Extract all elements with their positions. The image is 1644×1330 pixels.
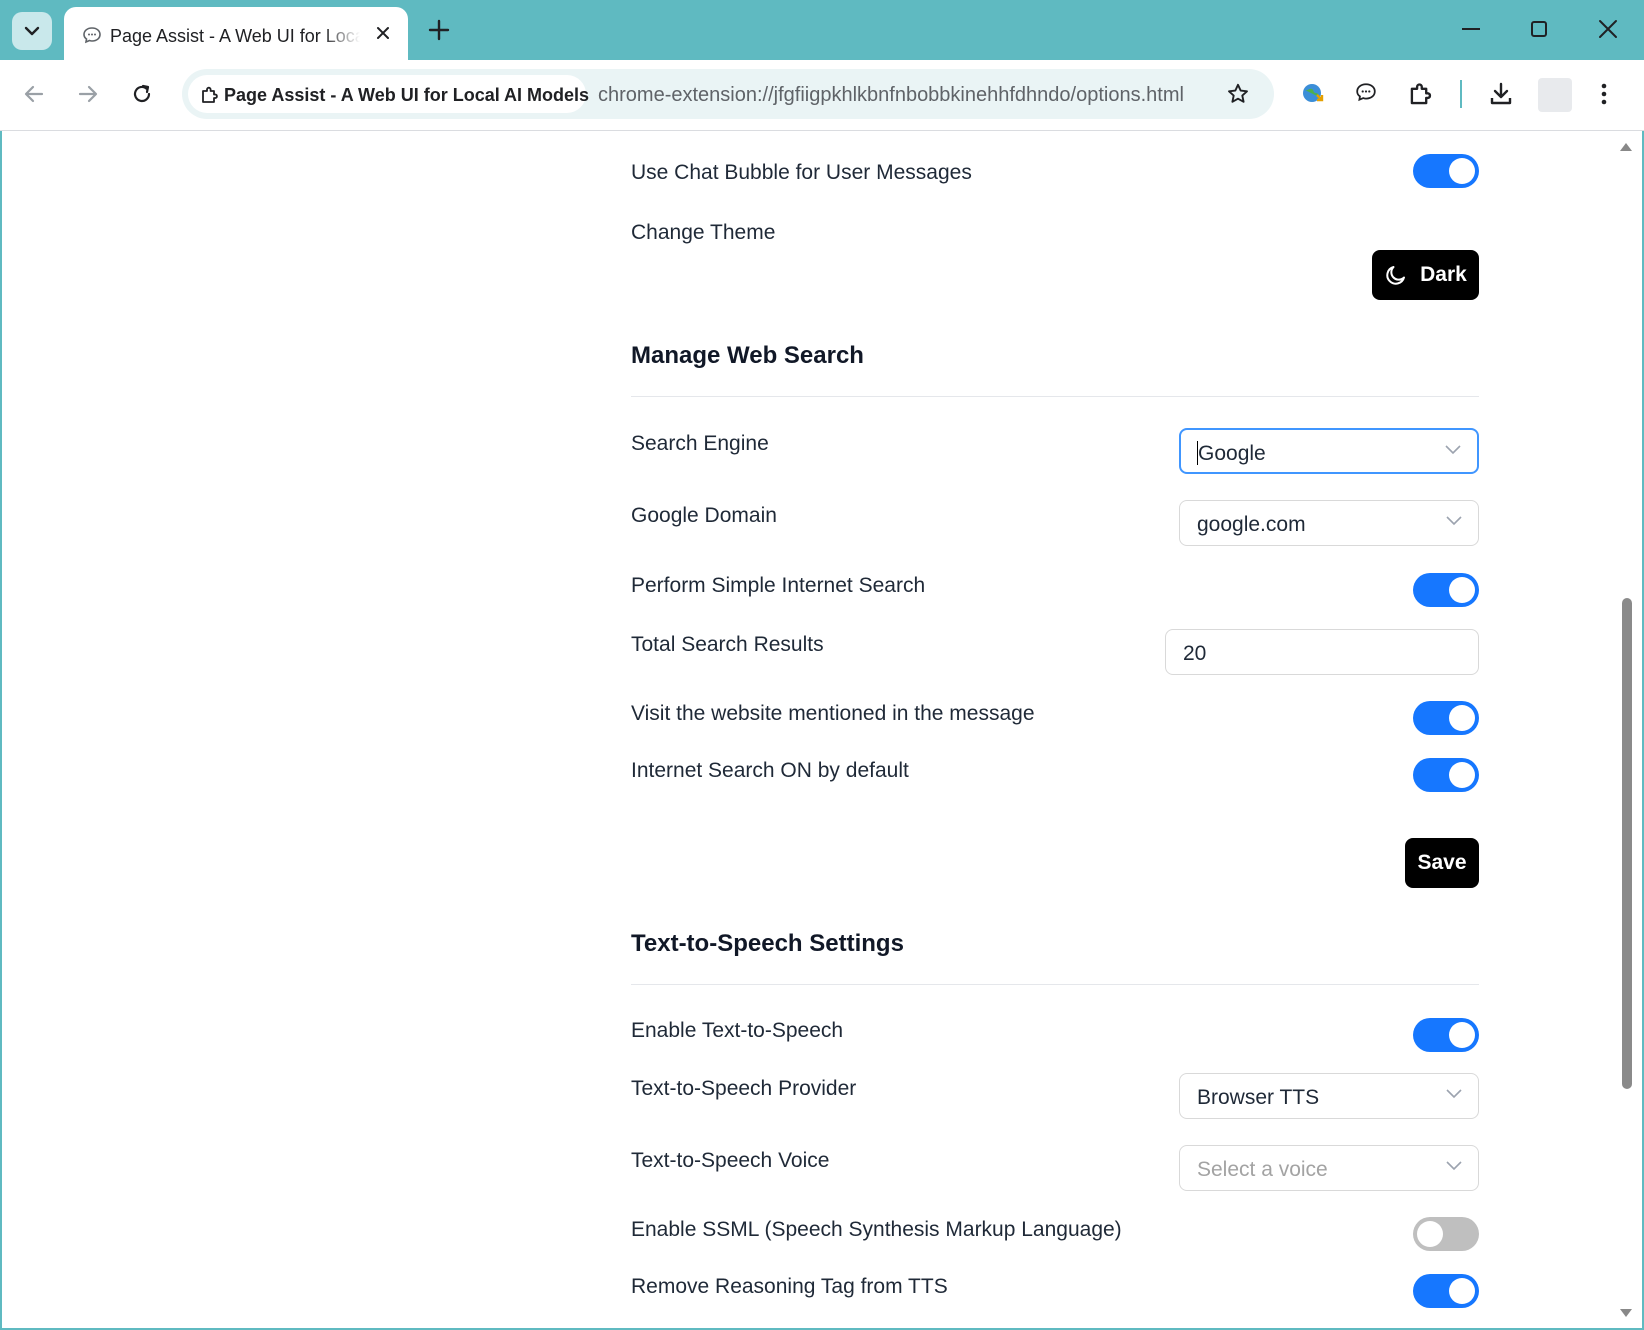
active-tab[interactable]: Page Assist - A Web UI for Local AI Mode… — [64, 7, 408, 60]
total-results-row: Total Search Results 20 — [631, 629, 1479, 679]
google-domain-label: Google Domain — [631, 504, 777, 527]
visit-website-row: Visit the website mentioned in the messa… — [631, 698, 1479, 738]
close-icon[interactable] — [374, 24, 392, 42]
back-arrow-icon[interactable] — [22, 82, 46, 106]
tab-title: Page Assist - A Web UI for Local AI Mode… — [110, 26, 360, 46]
tab-search-button[interactable] — [12, 12, 52, 50]
simple-search-row: Perform Simple Internet Search — [631, 570, 1479, 610]
web-search-divider — [631, 396, 1479, 397]
site-info-chip[interactable]: Page Assist - A Web UI for Local AI Mode… — [188, 75, 590, 113]
google-domain-select[interactable]: google.com — [1179, 500, 1479, 546]
extensions-puzzle-icon[interactable] — [1408, 81, 1434, 107]
simple-search-label: Perform Simple Internet Search — [631, 574, 926, 597]
search-default-label: Internet Search ON by default — [631, 759, 909, 782]
ssml-toggle[interactable] — [1413, 1217, 1479, 1251]
chevron-down-icon — [1446, 1089, 1462, 1099]
toolbar-separator — [1460, 80, 1462, 108]
ssml-row: Enable SSML (Speech Synthesis Markup Lan… — [631, 1214, 1479, 1254]
tts-provider-row: Text-to-Speech Provider Browser TTS — [631, 1073, 1479, 1123]
globe-download-icon[interactable] — [1300, 81, 1326, 107]
tts-provider-label: Text-to-Speech Provider — [631, 1077, 857, 1100]
chat-bubble-icon[interactable] — [1355, 81, 1377, 103]
more-vertical-icon[interactable] — [1600, 82, 1608, 106]
tts-divider — [631, 984, 1479, 985]
theme-label: Change Theme — [631, 221, 776, 244]
tts-voice-row: Text-to-Speech Voice Select a voice — [631, 1145, 1479, 1195]
settings-page: Use Chat Bubble for User Messages Change… — [0, 131, 1644, 1330]
site-chip-label: Page Assist - A Web UI for Local AI Mode… — [224, 85, 590, 105]
address-bar[interactable]: Page Assist - A Web UI for Local AI Mode… — [182, 69, 1274, 119]
tts-voice-select[interactable]: Select a voice — [1179, 1145, 1479, 1191]
scrollbar[interactable] — [1620, 139, 1638, 1319]
bookmark-star-icon[interactable] — [1226, 82, 1250, 106]
tts-voice-label: Text-to-Speech Voice — [631, 1149, 830, 1172]
search-engine-row: Search Engine Google — [631, 428, 1479, 478]
tab-strip: Page Assist - A Web UI for Local AI Mode… — [0, 0, 1644, 60]
tts-voice-placeholder: Select a voice — [1197, 1158, 1328, 1181]
tts-enable-label: Enable Text-to-Speech — [631, 1019, 844, 1042]
chevron-down-icon — [1446, 516, 1462, 526]
reasoning-tag-row: Remove Reasoning Tag from TTS — [631, 1271, 1479, 1311]
theme-dark-button[interactable]: Dark — [1372, 250, 1479, 300]
save-button[interactable]: Save — [1405, 838, 1479, 888]
total-results-value: 20 — [1183, 642, 1207, 665]
google-domain-value: google.com — [1197, 513, 1306, 536]
scroll-thumb[interactable] — [1622, 598, 1632, 1089]
chat-bubble-row: Use Chat Bubble for User Messages — [631, 151, 1479, 191]
visit-website-label: Visit the website mentioned in the messa… — [631, 702, 1035, 725]
minimize-icon[interactable] — [1460, 18, 1482, 40]
tts-provider-select[interactable]: Browser TTS — [1179, 1073, 1479, 1119]
scroll-down-arrow[interactable] — [1620, 1309, 1632, 1317]
tts-provider-value: Browser TTS — [1197, 1086, 1320, 1109]
search-engine-value: Google — [1198, 442, 1266, 465]
ssml-label: Enable SSML (Speech Synthesis Markup Lan… — [631, 1218, 1122, 1241]
tts-enable-row: Enable Text-to-Speech — [631, 1015, 1479, 1055]
reasoning-tag-toggle[interactable] — [1413, 1274, 1479, 1308]
profile-avatar[interactable] — [1538, 78, 1572, 112]
maximize-icon[interactable] — [1530, 20, 1548, 38]
theme-button-label: Dark — [1420, 263, 1467, 286]
plus-icon[interactable] — [427, 18, 451, 42]
extension-icon — [202, 86, 218, 103]
total-results-input[interactable]: 20 — [1165, 629, 1479, 675]
moon-icon — [1386, 266, 1406, 285]
window-close-icon[interactable] — [1598, 19, 1618, 39]
chat-bubble-icon — [83, 27, 101, 44]
visit-website-toggle[interactable] — [1413, 701, 1479, 735]
reload-icon[interactable] — [130, 82, 154, 106]
tts-enable-toggle[interactable] — [1413, 1018, 1479, 1052]
search-default-row: Internet Search ON by default — [631, 755, 1479, 795]
simple-search-toggle[interactable] — [1413, 573, 1479, 607]
google-domain-row: Google Domain google.com — [631, 500, 1479, 550]
url-text[interactable]: chrome-extension://jfgfiigpkhlkbnfnbobbk… — [598, 84, 1198, 107]
total-results-label: Total Search Results — [631, 633, 824, 656]
browser-toolbar: Page Assist - A Web UI for Local AI Mode… — [0, 60, 1644, 131]
download-icon[interactable] — [1488, 81, 1514, 107]
search-engine-label: Search Engine — [631, 432, 769, 455]
web-search-heading: Manage Web Search — [631, 342, 864, 369]
search-default-toggle[interactable] — [1413, 758, 1479, 792]
forward-arrow-icon[interactable] — [76, 82, 100, 106]
chat-bubble-label: Use Chat Bubble for User Messages — [631, 161, 972, 184]
chat-bubble-toggle[interactable] — [1413, 154, 1479, 188]
tts-heading: Text-to-Speech Settings — [631, 930, 904, 957]
chevron-down-icon — [1446, 1161, 1462, 1171]
theme-row: Change Theme Dark — [631, 221, 1479, 341]
search-engine-select[interactable]: Google — [1179, 428, 1479, 474]
chevron-down-icon — [1445, 445, 1461, 455]
scroll-up-arrow[interactable] — [1620, 143, 1632, 151]
reasoning-tag-label: Remove Reasoning Tag from TTS — [631, 1275, 948, 1298]
chevron-down-icon — [24, 26, 40, 36]
